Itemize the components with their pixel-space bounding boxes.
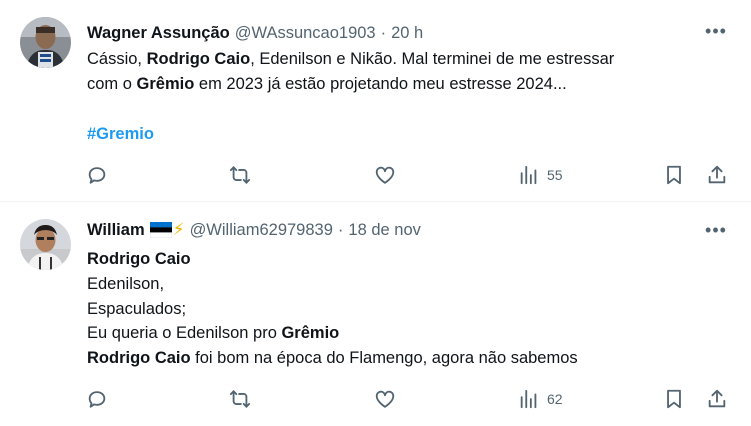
views-chart-icon	[520, 165, 537, 185]
avatar[interactable]	[20, 219, 71, 270]
lightning-icon: ⚡	[172, 220, 185, 239]
like-button[interactable]	[374, 388, 396, 410]
text-segment: , Edenilson e Nikão. Mal terminei de me …	[250, 50, 615, 68]
retweet-button[interactable]	[229, 388, 251, 410]
tweet-line: Cássio, Rodrigo Caio, Edenilson e Nikão.…	[87, 47, 711, 72]
bold-segment: Rodrigo Caio	[87, 250, 191, 268]
bold-segment: Grêmio	[281, 324, 340, 343]
tweet[interactable]: Wagner Assunção @WAssuncao1903 · 20 h ••…	[0, 0, 751, 202]
author-handle[interactable]: @WAssuncao1903	[235, 24, 376, 43]
bookmark-icon	[667, 389, 681, 409]
bold-segment: Rodrigo Caio	[87, 349, 191, 368]
tweet-text: Rodrigo Caio Edenilson, Espaculados; Eu …	[87, 247, 711, 371]
tweet-line: Rodrigo Caio foi bom na época do Flameng…	[87, 346, 711, 371]
views-button[interactable]: 62	[518, 388, 563, 410]
share-icon	[708, 165, 726, 184]
retweet-button[interactable]	[229, 164, 251, 186]
retweet-icon	[229, 166, 251, 184]
tweet-text: Cássio, Rodrigo Caio, Edenilson e Nikão.…	[87, 47, 711, 147]
text-segment: Edenilson,	[87, 274, 165, 293]
more-options-icon[interactable]: •••	[705, 20, 727, 42]
estonia-flag-icon: ⚡	[149, 220, 185, 240]
timestamp[interactable]: 18 de nov	[348, 221, 420, 240]
reply-button[interactable]	[86, 164, 108, 186]
author-name[interactable]: Wagner Assunção	[87, 24, 230, 43]
separator-dot: ·	[380, 23, 387, 42]
tweet-line: Eu queria o Edenilson pro Grêmio	[87, 321, 711, 346]
tweet[interactable]: William ⚡ @William62979839 · 18 de nov •…	[0, 202, 751, 426]
tweet-line: Rodrigo Caio	[87, 247, 711, 272]
views-button[interactable]: 55	[518, 164, 563, 186]
tweet-line: Espaculados;	[87, 297, 711, 322]
avatar-image	[20, 219, 71, 270]
action-bar: 62	[84, 387, 731, 411]
like-button[interactable]	[374, 164, 396, 186]
bold-segment: Rodrigo Caio	[146, 50, 251, 68]
text-segment: em 2023 já estão projetando meu estresse…	[194, 75, 567, 93]
views-chart-icon	[520, 389, 537, 409]
author-name[interactable]: William	[87, 221, 145, 240]
bookmark-icon	[667, 165, 681, 185]
tweet-line: Edenilson,	[87, 272, 711, 297]
heart-icon	[375, 390, 395, 408]
text-segment: Eu queria o Edenilson pro	[87, 324, 282, 343]
tweet-line: com o Grêmio em 2023 já estão projetando…	[87, 72, 711, 97]
share-button[interactable]	[706, 164, 728, 186]
avatar[interactable]	[20, 17, 71, 68]
separator-dot: ·	[337, 220, 344, 239]
more-options-icon[interactable]: •••	[705, 219, 727, 241]
reply-icon	[88, 167, 106, 184]
timestamp[interactable]: 20 h	[391, 24, 423, 43]
action-bar: 55	[84, 163, 731, 187]
author-handle[interactable]: @William62979839	[190, 221, 333, 240]
heart-icon	[375, 166, 395, 184]
bookmark-button[interactable]	[663, 388, 685, 410]
hashtag-link[interactable]: #Gremio	[87, 125, 154, 143]
text-segment: com o	[87, 75, 137, 93]
share-button[interactable]	[706, 388, 728, 410]
views-count: 62	[547, 391, 563, 407]
bold-segment: Grêmio	[136, 75, 195, 93]
text-segment: foi bom na época do Flamengo, agora não …	[190, 349, 578, 368]
views-count: 55	[547, 167, 563, 183]
reply-icon	[88, 391, 106, 408]
text-segment: Espaculados;	[87, 299, 187, 318]
avatar-image	[20, 17, 71, 68]
text-segment: Cássio,	[87, 50, 147, 68]
share-icon	[708, 389, 726, 408]
bookmark-button[interactable]	[663, 164, 685, 186]
retweet-icon	[229, 390, 251, 408]
tweet-header: Wagner Assunção @WAssuncao1903 · 20 h	[87, 22, 423, 44]
reply-button[interactable]	[86, 388, 108, 410]
estonia-flag-image	[149, 222, 172, 238]
tweet-header: William ⚡ @William62979839 · 18 de nov	[87, 219, 421, 241]
